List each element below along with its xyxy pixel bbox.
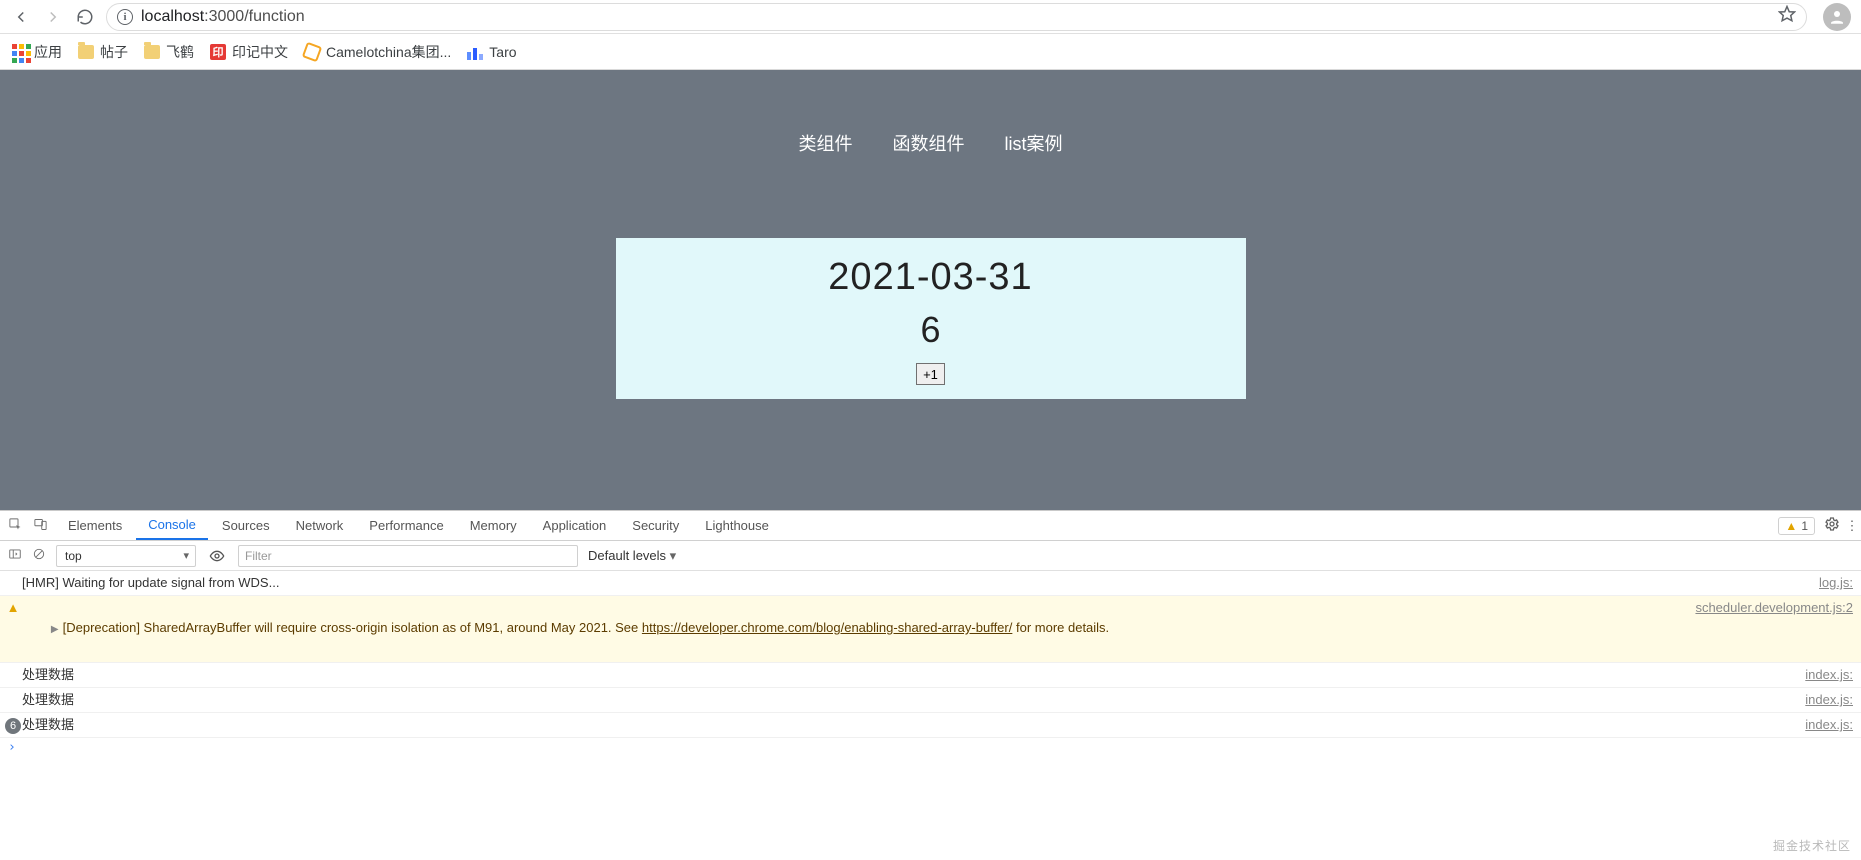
apps-shortcut[interactable]: 应用 xyxy=(12,42,62,62)
tab-sources[interactable]: Sources xyxy=(210,511,282,540)
warn-text-after: for more details. xyxy=(1012,620,1109,635)
reload-icon xyxy=(76,8,94,26)
entry-message: 处理数据 xyxy=(22,715,1795,735)
entry-source-link[interactable]: log.js: xyxy=(1819,573,1853,593)
devtools-tabs: Elements Console Sources Network Perform… xyxy=(0,511,1861,541)
bookmark-label: 印记中文 xyxy=(232,42,288,62)
console-entry: 6 处理数据 index.js: xyxy=(0,713,1861,738)
person-icon xyxy=(1828,8,1846,26)
bookmark-label: Camelotchina集团... xyxy=(326,42,451,62)
folder-icon xyxy=(144,45,160,59)
duplicate-count-badge: 6 xyxy=(5,718,21,734)
entry-source-link[interactable]: scheduler.development.js:2 xyxy=(1695,598,1853,618)
demo-card: 2021-03-31 6 +1 xyxy=(616,238,1246,399)
bookmark-item[interactable]: 印 印记中文 xyxy=(210,42,288,62)
arrow-left-icon xyxy=(12,8,30,26)
site-info-icon[interactable]: i xyxy=(117,9,133,25)
nav-link-list-example[interactable]: list案例 xyxy=(1005,130,1063,156)
console-entry: [HMR] Waiting for update signal from WDS… xyxy=(0,571,1861,596)
counter-display: 6 xyxy=(626,309,1236,351)
tab-memory[interactable]: Memory xyxy=(458,511,529,540)
execution-context-select[interactable]: top xyxy=(56,545,196,567)
entry-source-link[interactable]: index.js: xyxy=(1805,690,1853,710)
bookmark-star-icon[interactable] xyxy=(1778,5,1796,28)
date-display: 2021-03-31 xyxy=(626,256,1236,299)
url-bar-wrap: i localhost:3000/function xyxy=(106,3,1807,31)
tab-network[interactable]: Network xyxy=(284,511,356,540)
warning-triangle-icon: ▲ xyxy=(1785,519,1797,533)
page-nav: 类组件 函数组件 list案例 xyxy=(0,70,1861,156)
log-levels-select[interactable]: Default levels xyxy=(588,548,676,564)
browser-toolbar: i localhost:3000/function xyxy=(0,0,1861,34)
console-entry: 处理数据 index.js: xyxy=(0,663,1861,688)
tab-performance[interactable]: Performance xyxy=(357,511,455,540)
tab-elements[interactable]: Elements xyxy=(56,511,134,540)
tab-application[interactable]: Application xyxy=(531,511,619,540)
profile-avatar-button[interactable] xyxy=(1823,3,1851,31)
devtools-settings-icon[interactable] xyxy=(1823,516,1841,535)
console-filter-bar: top Filter Default levels xyxy=(0,541,1861,571)
clear-console-icon[interactable] xyxy=(32,547,46,564)
console-sidebar-toggle-icon[interactable] xyxy=(8,547,22,564)
live-expression-icon[interactable] xyxy=(206,545,228,567)
bookmark-label: 飞鹤 xyxy=(166,42,194,62)
entry-message: 处理数据 xyxy=(22,690,1795,710)
entry-message: [HMR] Waiting for update signal from WDS… xyxy=(22,573,1809,593)
warning-count: 1 xyxy=(1801,519,1808,533)
devtools-panel: Elements Console Sources Network Perform… xyxy=(0,510,1861,860)
watermark-text: 掘金技术社区 xyxy=(1773,837,1851,854)
nav-link-class-component[interactable]: 类组件 xyxy=(799,130,853,156)
page-content: 类组件 函数组件 list案例 2021-03-31 6 +1 xyxy=(0,70,1861,510)
console-prompt[interactable]: › xyxy=(0,738,1861,757)
bookmark-label: Taro xyxy=(489,44,516,60)
nav-link-function-component[interactable]: 函数组件 xyxy=(893,130,965,156)
bookmark-label: 帖子 xyxy=(100,42,128,62)
nav-back-button[interactable] xyxy=(10,6,32,28)
bookmarks-bar: 应用 帖子 飞鹤 印 印记中文 Camelotchina集团... Taro xyxy=(0,34,1861,70)
bookmark-item[interactable]: 飞鹤 xyxy=(144,42,194,62)
console-filter-input[interactable]: Filter xyxy=(238,545,578,567)
filter-placeholder: Filter xyxy=(245,549,272,563)
url-host: localhost xyxy=(141,8,204,25)
tab-security[interactable]: Security xyxy=(620,511,691,540)
increment-button[interactable]: +1 xyxy=(916,363,945,385)
url-bar[interactable]: i localhost:3000/function xyxy=(106,3,1807,31)
nav-reload-button[interactable] xyxy=(74,6,96,28)
taro-icon xyxy=(467,44,483,60)
apps-grid-icon xyxy=(12,44,28,60)
tab-lighthouse[interactable]: Lighthouse xyxy=(693,511,781,540)
entry-gutter: 6 xyxy=(4,715,22,735)
warn-text-before: [Deprecation] SharedArrayBuffer will req… xyxy=(63,620,642,635)
entry-message: 处理数据 xyxy=(22,665,1795,685)
console-entry: 处理数据 index.js: xyxy=(0,688,1861,713)
devtools-menu-icon[interactable]: ⋮ xyxy=(1843,518,1861,534)
apps-label: 应用 xyxy=(34,42,62,62)
url-text: localhost:3000/function xyxy=(141,8,305,26)
bookmark-item[interactable]: 帖子 xyxy=(78,42,128,62)
context-value: top xyxy=(65,549,82,563)
tab-console[interactable]: Console xyxy=(136,511,208,540)
entry-message: ▶ [Deprecation] SharedArrayBuffer will re… xyxy=(22,598,1685,660)
bookmark-item[interactable]: Taro xyxy=(467,44,516,60)
device-toolbar-icon[interactable] xyxy=(33,517,48,535)
folder-icon xyxy=(78,45,94,59)
expand-triangle-icon[interactable]: ▶ xyxy=(51,624,59,635)
url-path: :3000/function xyxy=(204,8,305,25)
yinji-icon: 印 xyxy=(210,44,226,60)
inspect-element-icon[interactable] xyxy=(8,517,23,535)
devtools-left-actions xyxy=(8,517,54,535)
issues-warning-chip[interactable]: ▲ 1 xyxy=(1778,517,1815,535)
entry-source-link[interactable]: index.js: xyxy=(1805,665,1853,685)
bookmark-item[interactable]: Camelotchina集团... xyxy=(304,42,451,62)
deprecation-link[interactable]: https://developer.chrome.com/blog/enabli… xyxy=(642,620,1012,635)
entry-source-link[interactable]: index.js: xyxy=(1805,715,1853,735)
camelot-icon xyxy=(304,44,320,60)
console-log-area: [HMR] Waiting for update signal from WDS… xyxy=(0,571,1861,860)
console-entry-warning: ▲ ▶ [Deprecation] SharedArrayBuffer will … xyxy=(0,596,1861,663)
nav-forward-button[interactable] xyxy=(42,6,64,28)
arrow-right-icon xyxy=(44,8,62,26)
warning-icon: ▲ xyxy=(4,598,22,618)
